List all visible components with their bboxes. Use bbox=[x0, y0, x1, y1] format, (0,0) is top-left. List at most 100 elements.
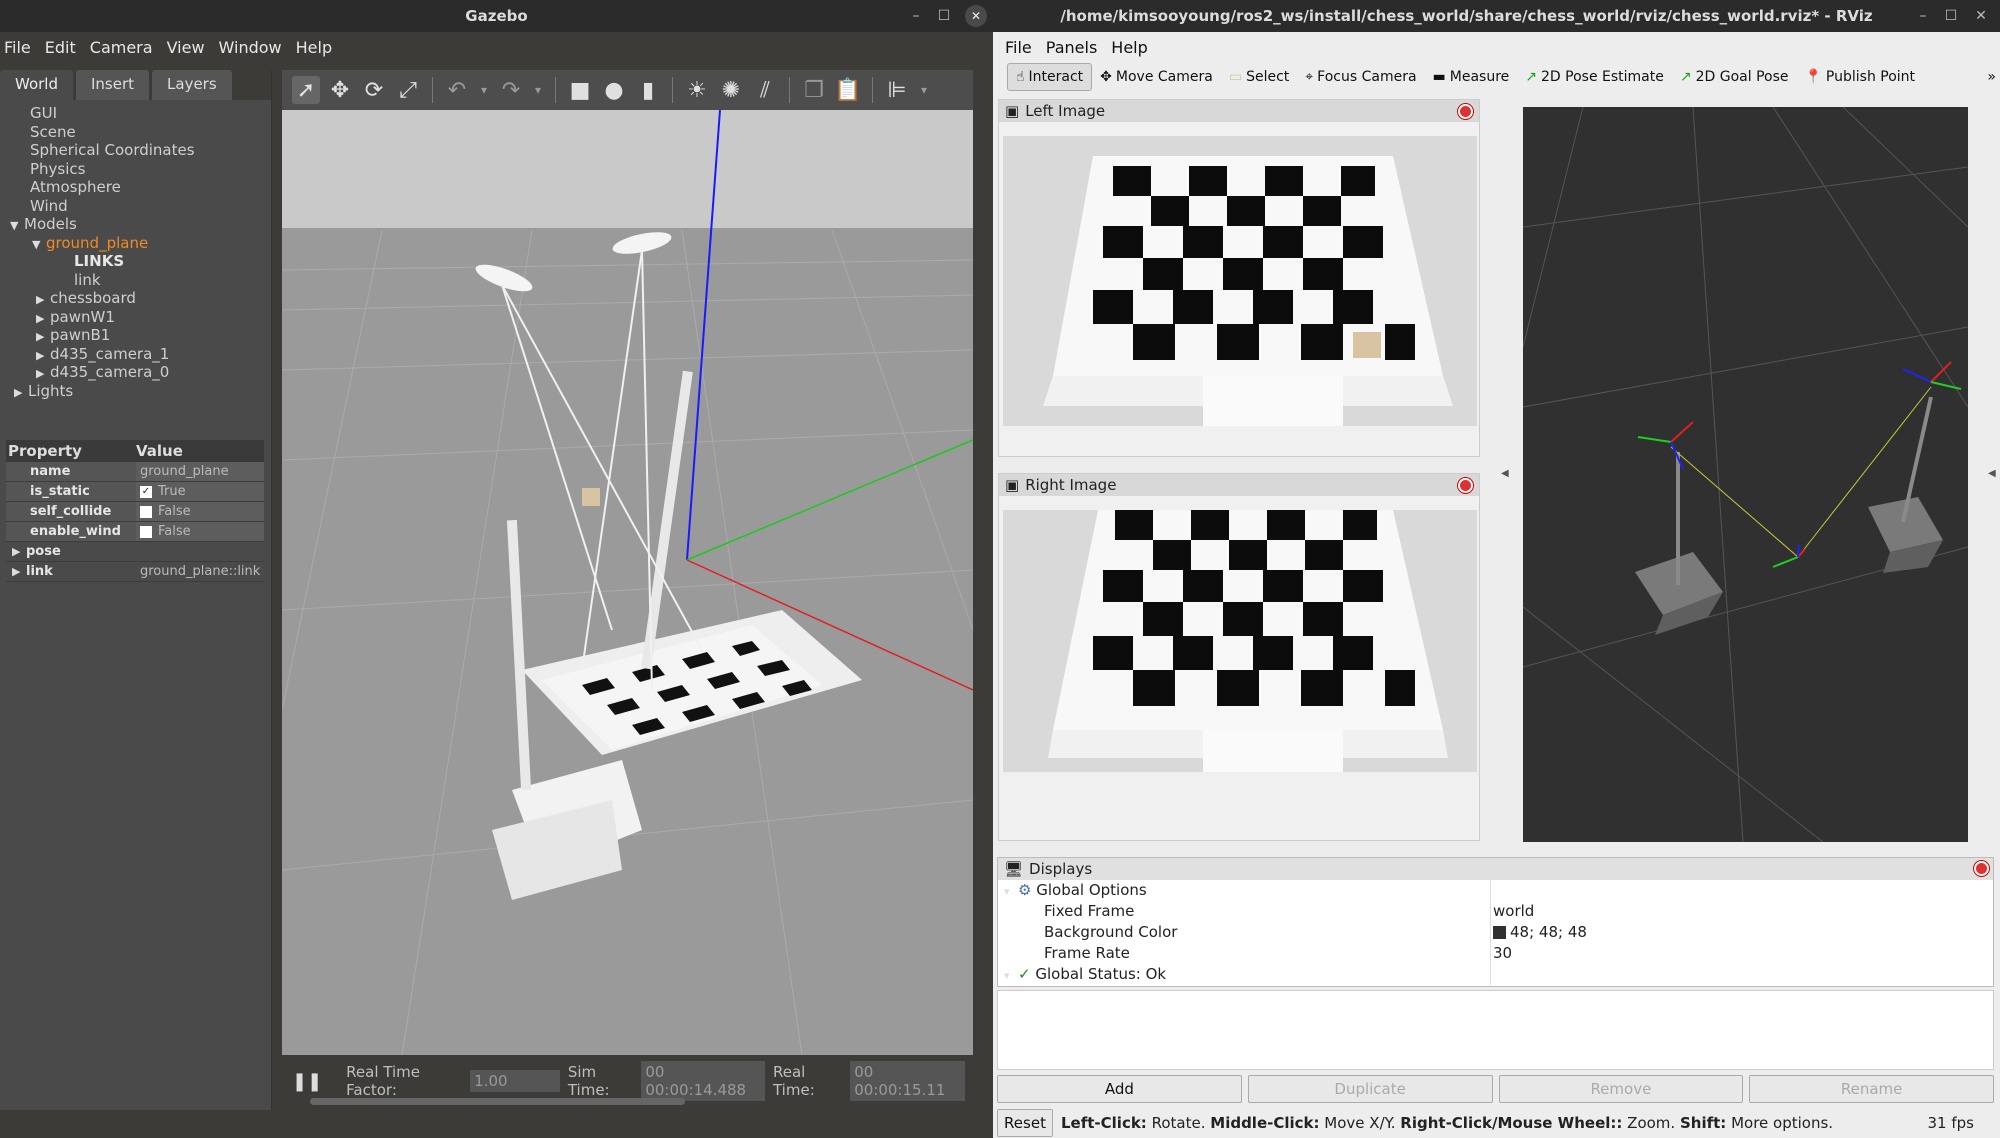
copy-icon[interactable]: ❐ bbox=[800, 76, 828, 104]
display-row-background-color[interactable]: Background Color 48; 48; 48 bbox=[998, 922, 1993, 943]
property-row-pose[interactable]: ▶ pose bbox=[6, 542, 264, 562]
chevron-down-icon[interactable]: ▾ bbox=[477, 76, 491, 104]
tree-item-camera-1[interactable]: ▶ d435_camera_1 bbox=[0, 345, 271, 364]
remove-button[interactable]: Remove bbox=[1498, 1075, 1744, 1103]
rename-button[interactable]: Rename bbox=[1749, 1075, 1994, 1103]
display-row-fixed-frame[interactable]: Fixed Frame world bbox=[998, 901, 1993, 922]
cylinder-icon[interactable]: ▮ bbox=[634, 76, 662, 104]
overflow-chevron-icon[interactable]: » bbox=[1987, 69, 1996, 85]
collapse-left-arrow-icon[interactable]: ◀ bbox=[1501, 468, 1509, 479]
translate-icon[interactable]: ✥ bbox=[326, 76, 354, 104]
collapsed-arrow-icon[interactable]: ▶ bbox=[12, 562, 26, 582]
expanded-arrow-icon[interactable]: ▾ bbox=[1004, 965, 1018, 986]
rviz-3d-view[interactable] bbox=[1523, 107, 1968, 842]
collapse-right-arrow-icon[interactable]: ◀ bbox=[1988, 468, 1996, 479]
directional-light-icon[interactable]: ⫽ bbox=[751, 76, 779, 104]
add-button[interactable]: Add bbox=[997, 1075, 1242, 1103]
property-row-self-collide[interactable]: self_collide False bbox=[6, 502, 264, 522]
duplicate-button[interactable]: Duplicate bbox=[1247, 1075, 1493, 1103]
close-panel-icon[interactable] bbox=[1458, 478, 1473, 493]
box-icon[interactable]: ■ bbox=[566, 76, 594, 104]
close-button[interactable]: ✕ bbox=[963, 0, 989, 32]
tab-insert[interactable]: Insert bbox=[76, 70, 150, 100]
tool-publish-point[interactable]: 📍 Publish Point bbox=[1796, 63, 1923, 91]
menu-view[interactable]: View bbox=[165, 38, 215, 57]
close-icon[interactable]: ✕ bbox=[1968, 0, 1994, 32]
property-row-name[interactable]: name ground_plane bbox=[6, 462, 264, 482]
tab-world[interactable]: World bbox=[0, 70, 73, 100]
checkbox-icon[interactable] bbox=[140, 525, 152, 538]
menu-edit[interactable]: Edit bbox=[43, 38, 86, 57]
menu-camera[interactable]: Camera bbox=[88, 38, 163, 57]
align-icon[interactable]: ⊫ bbox=[883, 76, 911, 104]
rotate-icon[interactable]: ⟳ bbox=[360, 76, 388, 104]
tool-select[interactable]: ▭ Select bbox=[1221, 63, 1297, 91]
chevron-down-icon[interactable]: ▾ bbox=[917, 76, 931, 104]
tool-measure[interactable]: ▬ Measure bbox=[1425, 63, 1518, 91]
tree-item-pawnw1[interactable]: ▶ pawnW1 bbox=[0, 308, 271, 327]
property-row-link[interactable]: ▶ link ground_plane::link bbox=[6, 562, 264, 582]
collapsed-arrow-icon[interactable]: ▶ bbox=[12, 542, 26, 562]
tree-item-pawnb1[interactable]: ▶ pawnB1 bbox=[0, 326, 271, 345]
menu-panels[interactable]: Panels bbox=[1044, 38, 1108, 57]
display-value[interactable]: 30 bbox=[1490, 943, 1993, 964]
tree-item-chessboard[interactable]: ▶ chessboard bbox=[0, 289, 271, 308]
tree-item-spherical[interactable]: Spherical Coordinates bbox=[0, 141, 271, 160]
collapsed-arrow-icon[interactable]: ▶ bbox=[36, 291, 50, 310]
display-value[interactable]: world bbox=[1490, 901, 1993, 922]
maximize-icon[interactable]: ☐ bbox=[931, 0, 957, 32]
tool-2d-pose-estimate[interactable]: ↗ 2D Pose Estimate bbox=[1517, 63, 1672, 91]
tree-item-wind[interactable]: Wind bbox=[0, 197, 271, 216]
checkbox-checked-icon[interactable]: ✓ bbox=[140, 485, 152, 498]
tool-2d-goal-pose[interactable]: ↗ 2D Goal Pose bbox=[1672, 63, 1797, 91]
tree-item-scene[interactable]: Scene bbox=[0, 123, 271, 142]
tree-item-lights[interactable]: ▶ Lights bbox=[0, 382, 271, 401]
reset-button[interactable]: Reset bbox=[997, 1109, 1053, 1137]
minimize-icon[interactable]: – bbox=[1910, 0, 1936, 32]
tool-focus-camera[interactable]: ⌖ Focus Camera bbox=[1297, 63, 1424, 91]
select-arrow-icon[interactable]: ➚ bbox=[292, 76, 320, 104]
tree-item-models[interactable]: ▼ Models bbox=[0, 215, 271, 234]
paste-icon[interactable]: 📋 bbox=[834, 76, 862, 104]
display-row-frame-rate[interactable]: Frame Rate 30 bbox=[998, 943, 1993, 964]
tree-item-atmosphere[interactable]: Atmosphere bbox=[0, 178, 271, 197]
undo-icon[interactable]: ↶ bbox=[443, 76, 471, 104]
menu-window[interactable]: Window bbox=[217, 38, 292, 57]
close-panel-icon[interactable] bbox=[1458, 104, 1473, 119]
property-row-is-static[interactable]: is_static ✓ True bbox=[6, 482, 264, 502]
tool-interact[interactable]: ☝ Interact bbox=[1007, 63, 1093, 91]
tree-item-camera-0[interactable]: ▶ d435_camera_0 bbox=[0, 363, 271, 382]
display-value[interactable]: 48; 48; 48 bbox=[1490, 922, 1993, 943]
menu-help[interactable]: Help bbox=[294, 38, 342, 57]
property-row-enable-wind[interactable]: enable_wind False bbox=[6, 522, 264, 542]
tab-layers[interactable]: Layers bbox=[152, 70, 232, 100]
tree-item-physics[interactable]: Physics bbox=[0, 160, 271, 179]
display-row-global-options[interactable]: ▾ ⚙ Global Options bbox=[998, 880, 1993, 901]
pause-icon[interactable]: ❚❚ bbox=[292, 1071, 322, 1092]
tool-move-camera[interactable]: ✥ Move Camera bbox=[1092, 63, 1221, 91]
maximize-icon[interactable]: ☐ bbox=[1938, 0, 1964, 32]
scale-icon[interactable]: ⤢ bbox=[394, 76, 422, 104]
expanded-arrow-icon[interactable]: ▾ bbox=[1004, 881, 1018, 902]
collapsed-arrow-icon[interactable]: ▶ bbox=[36, 328, 50, 347]
minimize-icon[interactable]: – bbox=[903, 0, 929, 32]
sphere-icon[interactable]: ● bbox=[600, 76, 628, 104]
expanded-arrow-icon[interactable]: ▼ bbox=[32, 236, 46, 255]
chevron-down-icon[interactable]: ▾ bbox=[531, 76, 545, 104]
horizontal-scrollbar[interactable] bbox=[310, 1098, 685, 1105]
point-light-icon[interactable]: ☀ bbox=[683, 76, 711, 104]
expanded-arrow-icon[interactable]: ▼ bbox=[10, 217, 24, 236]
redo-icon[interactable]: ↷ bbox=[497, 76, 525, 104]
menu-file[interactable]: File bbox=[1003, 38, 1042, 57]
gazebo-3d-viewport[interactable] bbox=[282, 110, 973, 1055]
checkbox-icon[interactable] bbox=[140, 505, 152, 518]
tree-item-gui[interactable]: GUI bbox=[0, 104, 271, 123]
spot-light-icon[interactable]: ✺ bbox=[717, 76, 745, 104]
close-panel-icon[interactable] bbox=[1974, 861, 1989, 876]
collapsed-arrow-icon[interactable]: ▶ bbox=[14, 384, 28, 403]
menu-help[interactable]: Help bbox=[1109, 38, 1157, 57]
display-row-global-status[interactable]: ▾ ✓ Global Status: Ok bbox=[998, 964, 1993, 985]
menu-file[interactable]: File bbox=[2, 38, 41, 57]
tree-item-ground-plane[interactable]: ▼ ground_plane bbox=[0, 234, 271, 253]
tree-item-link[interactable]: link bbox=[0, 271, 271, 290]
